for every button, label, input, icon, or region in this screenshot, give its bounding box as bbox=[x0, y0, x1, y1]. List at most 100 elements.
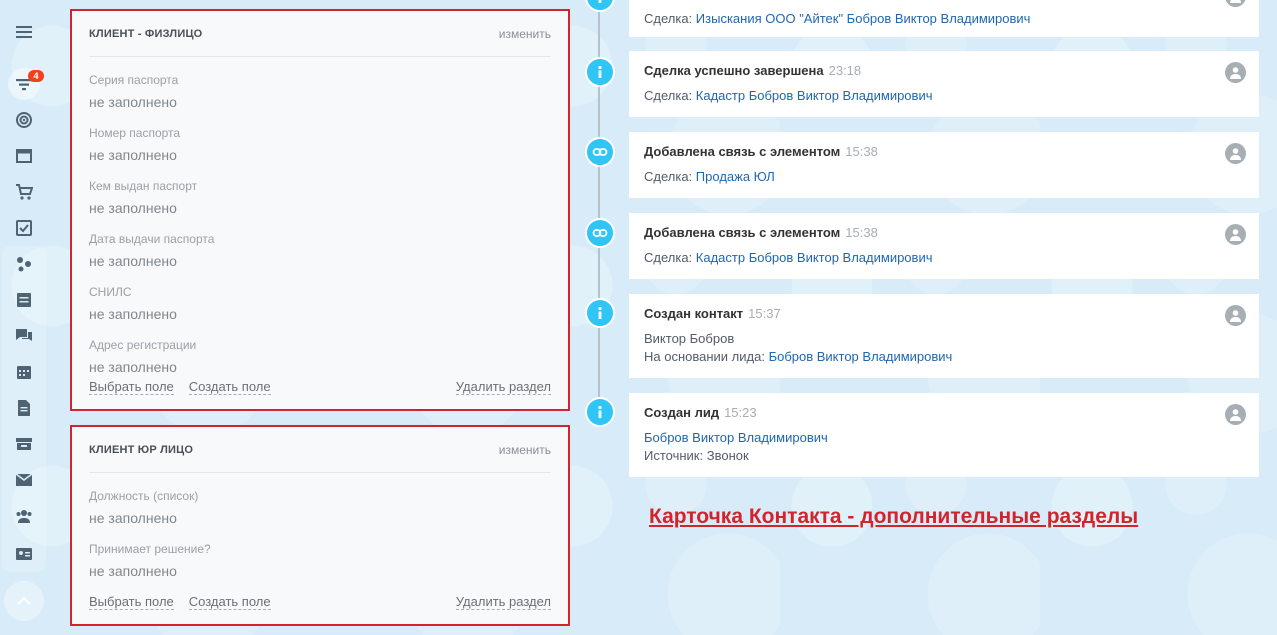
window-icon[interactable] bbox=[8, 140, 40, 172]
left-sidebar: 4 bbox=[0, 0, 48, 635]
select-field-link[interactable]: Выбрать поле bbox=[89, 594, 174, 610]
event-time: 15:23 bbox=[724, 405, 757, 420]
user-icon bbox=[1230, 409, 1241, 421]
user-avatar[interactable] bbox=[1225, 404, 1246, 425]
deal-link[interactable]: Кадастр Бобров Виктор Владимирович bbox=[696, 250, 933, 265]
field-label: СНИЛС bbox=[89, 285, 132, 299]
delete-section-link[interactable]: Удалить раздел bbox=[455, 379, 551, 395]
event-title: Сделка успешно завершена bbox=[644, 63, 824, 78]
timeline-entry-line: Сделка: Изыскания ООО "Айтек" Бобров Вик… bbox=[644, 10, 1244, 28]
event-title: Создан лид bbox=[644, 405, 720, 420]
field-value: не заполнено bbox=[89, 306, 177, 322]
event-time: 15:38 bbox=[845, 225, 878, 240]
deal-link[interactable]: Продажа ЮЛ bbox=[696, 169, 775, 184]
event-time: 23:18 bbox=[828, 63, 862, 78]
mail-icon[interactable] bbox=[8, 464, 40, 496]
select-field-link[interactable]: Выбрать поле bbox=[89, 379, 174, 395]
user-icon bbox=[1230, 0, 1241, 3]
create-field-link[interactable]: Создать поле bbox=[188, 379, 271, 395]
line-prefix: Источник: Звонок bbox=[644, 448, 749, 463]
chat-icon[interactable] bbox=[8, 320, 40, 352]
line-prefix: Сделка: bbox=[644, 88, 696, 103]
timeline-entry: Создан лид 15:23 Бобров Виктор Владимиров… bbox=[629, 393, 1259, 477]
delete-section-link[interactable]: Удалить раздел bbox=[455, 594, 551, 610]
line-prefix: На основании лида: bbox=[644, 349, 769, 364]
user-avatar[interactable] bbox=[1225, 224, 1246, 245]
section-header: КЛИЕНТ ЮР ЛИЦО изменить bbox=[89, 427, 551, 473]
line-prefix: Сделка: bbox=[644, 250, 696, 265]
section-client-legal: КЛИЕНТ ЮР ЛИЦО изменить Должность (списо… bbox=[70, 425, 570, 626]
lead-link[interactable]: Бобров Виктор Владимирович bbox=[644, 430, 828, 445]
event-title: Добавлена связь с элементом bbox=[644, 225, 841, 240]
create-field-link[interactable]: Создать поле bbox=[188, 594, 271, 610]
target-icon[interactable] bbox=[8, 104, 40, 136]
contact-card-icon[interactable] bbox=[8, 538, 40, 570]
timeline-entry-line: Источник: Звонок bbox=[644, 447, 1244, 465]
timeline-entry-title: Создан контакт 15:37 bbox=[644, 306, 1244, 321]
store-icon[interactable] bbox=[8, 428, 40, 460]
user-avatar[interactable] bbox=[1225, 0, 1246, 7]
field-passport-issuer[interactable]: Кем выдан паспорт не заполнено bbox=[89, 179, 551, 217]
calendar-icon[interactable] bbox=[8, 356, 40, 388]
timeline-entry-title: Создан лид 15:23 bbox=[644, 405, 1244, 420]
edit-section-link[interactable]: изменить bbox=[499, 443, 551, 457]
field-passport-series[interactable]: Серия паспорта не заполнено bbox=[89, 73, 551, 111]
section-client-individual: КЛИЕНТ - ФИЗЛИЦО изменить Серия паспорта… bbox=[70, 9, 570, 411]
field-registration-address[interactable]: Адрес регистрации не заполнено bbox=[89, 338, 551, 376]
field-label: Адрес регистрации bbox=[89, 338, 197, 352]
link-icon bbox=[585, 218, 615, 248]
user-icon bbox=[1230, 229, 1241, 241]
notification-badge: 4 bbox=[28, 70, 44, 82]
deal-link[interactable]: Кадастр Бобров Виктор Владимирович bbox=[696, 88, 933, 103]
timeline-entry-line: На основании лида: Бобров Виктор Владими… bbox=[644, 348, 1244, 366]
lead-link[interactable]: Бобров Виктор Владимирович bbox=[769, 349, 953, 364]
field-value: не заполнено bbox=[89, 94, 177, 110]
info-icon bbox=[585, 397, 615, 427]
field-passport-number[interactable]: Номер паспорта не заполнено bbox=[89, 126, 551, 164]
timeline-entry-line: Виктор Бобров bbox=[644, 330, 1244, 348]
field-label: Номер паспорта bbox=[89, 126, 181, 140]
field-value: не заполнено bbox=[89, 563, 177, 579]
info-icon bbox=[585, 298, 615, 328]
edit-section-link[interactable]: изменить bbox=[499, 27, 551, 41]
field-label: Должность (список) bbox=[89, 489, 199, 503]
user-avatar[interactable] bbox=[1225, 62, 1246, 83]
task-icon[interactable] bbox=[8, 212, 40, 244]
field-position[interactable]: Должность (список) не заполнено bbox=[89, 489, 551, 527]
event-time: 15:37 bbox=[748, 306, 781, 321]
user-avatar[interactable] bbox=[1225, 143, 1246, 164]
field-value: не заполнено bbox=[89, 147, 177, 163]
field-passport-date[interactable]: Дата выдачи паспорта не заполнено bbox=[89, 232, 551, 270]
timeline-entry-line: Сделка: Кадастр Бобров Виктор Владимиров… bbox=[644, 87, 1244, 105]
chevron-up-icon bbox=[17, 596, 31, 605]
cart-icon[interactable] bbox=[8, 176, 40, 208]
timeline-entry-line: Бобров Виктор Владимирович bbox=[644, 429, 1244, 447]
line-prefix: Сделка: bbox=[644, 169, 696, 184]
user-icon bbox=[1230, 310, 1241, 322]
field-value: не заполнено bbox=[89, 200, 177, 216]
link-icon bbox=[585, 137, 615, 167]
section-footer: Выбрать поле Создать поле Удалить раздел bbox=[89, 379, 551, 395]
user-icon bbox=[1230, 148, 1241, 160]
annotation-caption: Карточка Контакта - дополнительные разде… bbox=[649, 505, 1139, 528]
sites-icon[interactable] bbox=[8, 248, 40, 280]
timeline-entry: Сделка успешно завершена 23:18 Сделка: Ка… bbox=[629, 51, 1259, 117]
users-icon[interactable] bbox=[8, 500, 40, 532]
document-icon[interactable] bbox=[8, 392, 40, 424]
list-icon[interactable] bbox=[8, 284, 40, 316]
field-decision-maker[interactable]: Принимает решение? не заполнено bbox=[89, 542, 551, 580]
timeline-entry-title: Добавлена связь с элементом 15:38 bbox=[644, 144, 1244, 159]
user-avatar[interactable] bbox=[1225, 305, 1246, 326]
timeline-entry-line: Сделка: Продажа ЮЛ bbox=[644, 168, 1244, 186]
field-value: не заполнено bbox=[89, 359, 177, 375]
deal-link[interactable]: Изыскания ООО "Айтек" Бобров Виктор Влад… bbox=[696, 11, 1031, 26]
line-prefix: Сделка: bbox=[644, 11, 696, 26]
event-title: Создан контакт bbox=[644, 306, 744, 321]
scroll-up-button[interactable] bbox=[4, 581, 44, 621]
menu-icon[interactable] bbox=[8, 16, 40, 48]
section-title: КЛИЕНТ ЮР ЛИЦО bbox=[89, 443, 194, 456]
line-prefix: Виктор Бобров bbox=[644, 331, 735, 346]
field-snils[interactable]: СНИЛС не заполнено bbox=[89, 285, 551, 323]
field-value: не заполнено bbox=[89, 253, 177, 269]
section-title: КЛИЕНТ - ФИЗЛИЦО bbox=[89, 27, 203, 40]
